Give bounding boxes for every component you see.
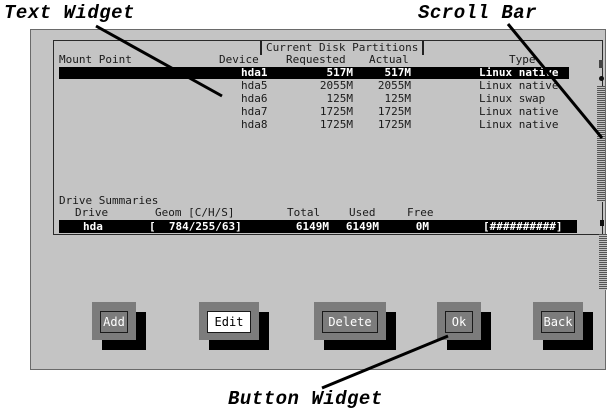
scroll-bar-pointer — [506, 23, 604, 139]
button-widget-pointer — [321, 334, 449, 390]
callout-pointers — [95, 23, 604, 390]
text-widget-pointer — [95, 24, 223, 98]
